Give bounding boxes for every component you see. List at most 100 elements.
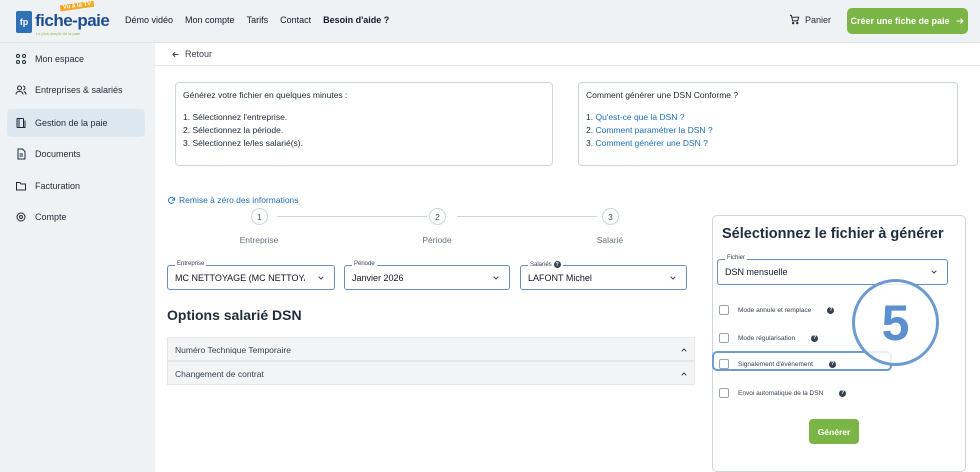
chevron-down-icon	[493, 276, 499, 280]
nav-tarifs[interactable]: Tarifs	[247, 15, 269, 25]
annule-remplace-checkbox[interactable]	[719, 305, 729, 315]
sidebar-item-compte[interactable]: Compte	[7, 203, 145, 231]
entreprise-select[interactable]: Entreprise MC NETTOYAGE (MC NETTOYA...	[167, 261, 335, 290]
back-link[interactable]: Retour	[171, 49, 212, 59]
nav-contact[interactable]: Contact	[280, 15, 311, 25]
periode-value: Janvier 2026	[352, 273, 404, 283]
sidebar: Mon espace Entreprises & salariés Gestio…	[0, 43, 153, 472]
salaries-value: LAFONT Michel	[528, 273, 592, 283]
chevron-up-icon	[681, 348, 687, 352]
checkbox-label: Mode régularisation	[738, 334, 796, 342]
cart-label: Panier	[805, 14, 832, 25]
help-link-row: 3. Comment générer une DSN ?	[586, 137, 950, 150]
help-icon[interactable]: ?	[827, 306, 835, 314]
instruction-line: 1. Sélectionnez l'entreprise.	[183, 112, 288, 122]
create-payslip-button[interactable]: Créer une fiche de paie	[847, 8, 968, 34]
logo-mark: fp	[16, 11, 32, 33]
sidebar-item-entreprises[interactable]: Entreprises & salariés	[7, 76, 145, 104]
sidebar-item-label: Documents	[35, 149, 81, 159]
entreprise-value: MC NETTOYAGE (MC NETTOYA...	[175, 273, 305, 283]
regularisation-checkbox[interactable]	[719, 333, 729, 343]
checkbox-row: Mode régularisation ?	[719, 333, 819, 343]
help-link-row: 2. Comment paramétrer la DSN ?	[586, 124, 950, 137]
cart-link[interactable]: Panier	[789, 14, 831, 25]
sidebar-item-label: Compte	[35, 212, 67, 222]
chevron-up-icon	[681, 372, 687, 376]
fichier-value: DSN mensuelle	[725, 267, 788, 277]
document-icon	[17, 148, 26, 160]
arrow-left-icon	[172, 51, 179, 57]
help-title: Comment générer une DSN Conforme ?	[586, 90, 739, 100]
users-icon	[15, 85, 27, 95]
sidebar-item-documents[interactable]: Documents	[7, 140, 145, 168]
logo-ribbon: Vu à la TV	[59, 0, 95, 12]
nav-mon-compte[interactable]: Mon compte	[185, 15, 235, 25]
nav-aide[interactable]: Besoin d'aide ?	[323, 15, 389, 25]
instructions-title: Générez votre fichier en quelques minute…	[183, 90, 348, 100]
step-connector	[277, 216, 427, 217]
arrow-right-icon	[956, 18, 964, 24]
cart-icon	[789, 14, 800, 25]
logo-tagline: Le plus simple de la paie	[36, 31, 81, 36]
entreprise-label: Entreprise	[175, 261, 207, 267]
envoi-auto-checkbox[interactable]	[719, 388, 729, 398]
reset-link[interactable]: Remise à zéro des informations	[167, 195, 299, 205]
back-label: Retour	[185, 49, 213, 59]
salaries-label: Salariés	[530, 261, 552, 268]
help-link-number: 2.	[586, 125, 594, 135]
periode-select[interactable]: Période Janvier 2026	[344, 261, 510, 290]
help-link-row: 1. Qu'est-ce que la DSN ?	[586, 111, 950, 124]
grid-icon	[16, 54, 26, 64]
sidebar-item-gestion-paie[interactable]: Gestion de la paie	[7, 109, 145, 137]
accordion-changement-contrat[interactable]: Changement de contrat	[167, 361, 695, 385]
help-link-parametrer[interactable]: Comment paramétrer la DSN ?	[595, 125, 712, 135]
reset-label: Remise à zéro des informations	[179, 195, 299, 205]
help-icon[interactable]: ?	[839, 389, 847, 397]
checkbox-row: Mode annule et remplace ?	[719, 305, 835, 315]
chevron-down-icon	[670, 276, 676, 280]
instruction-line: 3. Sélectionnez le/les salarié(s).	[183, 138, 304, 148]
help-link-dsn[interactable]: Qu'est-ce que la DSN ?	[595, 112, 684, 122]
divider	[155, 65, 980, 66]
folder-icon	[16, 182, 26, 191]
stepper: 1 2 3 Entreprise Période Salarié	[167, 208, 695, 248]
main-nav: Démo vidéo Mon compte Tarifs Contact Bes…	[125, 15, 389, 25]
sidebar-item-label: Gestion de la paie	[35, 118, 108, 128]
accordion-label: Changement de contrat	[175, 369, 264, 379]
logo-word: fiche-paie	[35, 11, 110, 30]
sidebar-item-label: Facturation	[35, 181, 81, 191]
help-icon[interactable]: ?	[553, 261, 561, 268]
refresh-icon	[168, 196, 175, 204]
step-circle: 3	[602, 208, 619, 225]
main-content: Retour Générez votre fichier en quelques…	[155, 43, 980, 472]
sidebar-item-label: Mon espace	[35, 54, 85, 64]
instruction-line: 2. Sélectionnez la période.	[183, 125, 284, 135]
fichier-select[interactable]: Fichier DSN mensuelle	[717, 255, 948, 285]
step-circle: 2	[429, 208, 446, 225]
step-label: Entreprise	[239, 235, 279, 245]
checkbox-row: Envoi automatique de la DSN ?	[719, 388, 847, 398]
sidebar-item-label: Entreprises & salariés	[35, 85, 123, 95]
fichier-label: Fichier	[725, 255, 748, 261]
help-box: Comment générer une DSN Conforme ? 1. Qu…	[578, 82, 958, 166]
salaries-select[interactable]: Salariés? LAFONT Michel	[520, 261, 687, 290]
create-payslip-label: Créer une fiche de paie	[850, 16, 950, 26]
chevron-down-icon	[318, 276, 324, 280]
accordion-numero-technique[interactable]: Numéro Technique Temporaire	[167, 337, 695, 361]
step-circle: 1	[251, 208, 268, 225]
help-link-number: 3.	[586, 138, 594, 148]
generate-button[interactable]: Générer	[809, 419, 859, 444]
instructions-box: Générez votre fichier en quelques minute…	[175, 82, 553, 166]
sidebar-item-facturation[interactable]: Facturation	[7, 172, 145, 200]
logo[interactable]: fp fiche-paie Vu à la TV Le plus simple …	[16, 0, 110, 37]
step-connector	[457, 216, 597, 217]
sidebar-item-mon-espace[interactable]: Mon espace	[7, 45, 145, 73]
top-bar: fp fiche-paie Vu à la TV Le plus simple …	[0, 0, 980, 43]
payroll-icon	[16, 118, 26, 128]
help-link-generer[interactable]: Comment générer une DSN ?	[595, 138, 707, 148]
nav-demo-video[interactable]: Démo vidéo	[125, 15, 173, 25]
help-icon[interactable]: ?	[811, 334, 819, 342]
step-label: Salarié	[596, 235, 624, 245]
chevron-down-icon	[931, 270, 937, 274]
options-title: Options salarié DSN	[167, 307, 302, 323]
